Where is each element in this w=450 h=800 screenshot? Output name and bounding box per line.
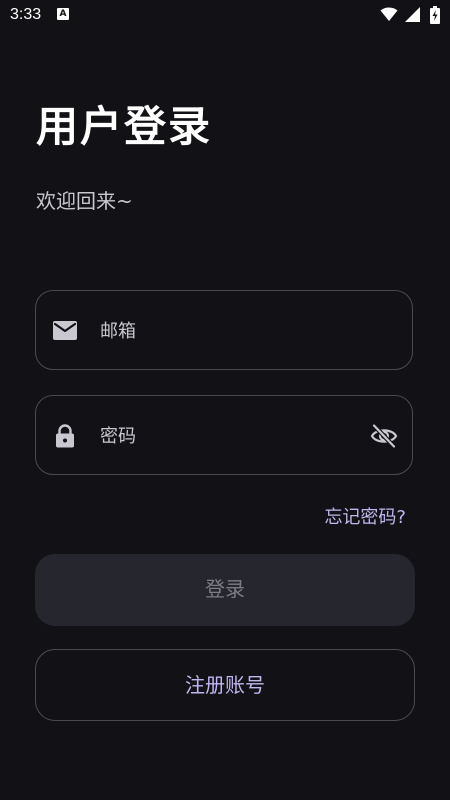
password-input[interactable]	[100, 416, 340, 456]
status-time: 3:33	[10, 6, 42, 23]
battery-charging-icon	[430, 6, 440, 24]
notification-badge-icon: A	[57, 8, 69, 20]
signal-icon	[405, 7, 420, 22]
wifi-icon	[380, 7, 398, 21]
register-button[interactable]: 注册账号	[35, 649, 415, 721]
email-field[interactable]	[35, 290, 413, 370]
eye-off-icon[interactable]	[370, 423, 398, 449]
login-button[interactable]: 登录	[35, 554, 415, 626]
forgot-password-link[interactable]: 忘记密码?	[324, 504, 406, 532]
mail-icon	[53, 321, 77, 340]
lock-icon	[56, 424, 74, 448]
login-screen: 3:33 A 用户登录 欢迎回来~ 邮箱 忘记密码? 登录 注册账号	[0, 0, 450, 800]
page-title: 用户登录	[36, 102, 213, 151]
password-field[interactable]	[35, 395, 413, 475]
page-subtitle: 欢迎回来~	[36, 189, 133, 213]
email-input[interactable]	[100, 311, 340, 351]
status-bar: 3:33 A	[0, 0, 450, 32]
